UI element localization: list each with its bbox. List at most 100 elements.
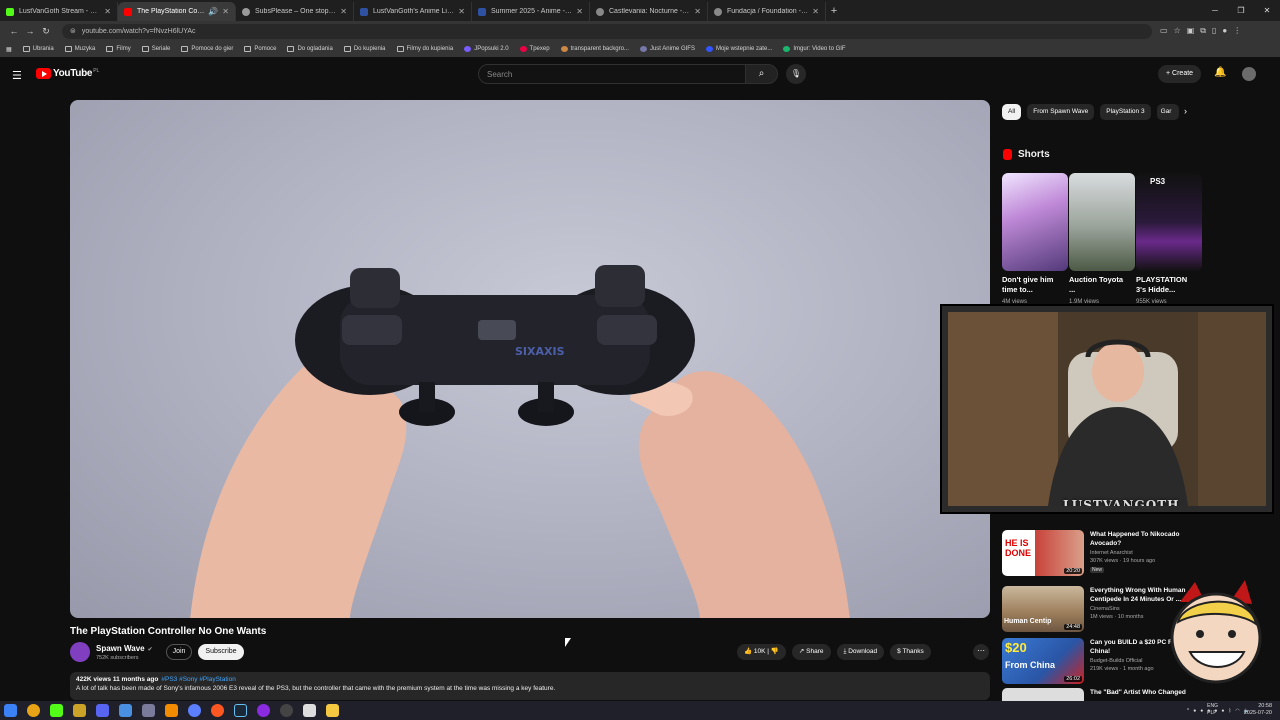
bookmark-folder[interactable]: Filmy	[106, 46, 131, 52]
tab-youtube-video[interactable]: The PlayStation Controller🔊 ✕	[118, 2, 236, 21]
bookmark-folder[interactable]: Ubrania	[22, 46, 54, 52]
hashtags[interactable]: #PS3 #Sony #PlayStation	[161, 676, 235, 683]
close-tab-icon[interactable]: ✕	[340, 7, 347, 16]
bookmark-folder[interactable]: Filmy do kupienia	[396, 46, 453, 52]
obs-icon[interactable]	[280, 704, 293, 717]
taskbar-clock[interactable]: 20:58 2025-07-20	[1244, 703, 1272, 717]
recommended-video[interactable]: HE IS DONE 20:20 What Happened To Nikocado…	[1002, 530, 1202, 578]
notifications-bell-icon[interactable]: 🔔	[1214, 67, 1226, 78]
cast-icon[interactable]: ▭	[1160, 26, 1168, 36]
menu-kebab-icon[interactable]: ⋮	[1233, 26, 1241, 36]
tab-subsplease[interactable]: SubsPlease – One stop shop fo ✕	[236, 2, 354, 21]
chrome-icon[interactable]	[27, 704, 40, 717]
chip-from-channel[interactable]: From Spawn Wave	[1027, 104, 1095, 120]
reload-icon[interactable]: ↻	[38, 26, 54, 37]
site-info-icon[interactable]: ⊜	[70, 27, 76, 35]
wifi-icon[interactable]: ◠	[1235, 708, 1239, 714]
youtube-logo[interactable]: YouTube PL	[36, 68, 99, 79]
thumbs-down-icon[interactable]: 👎	[771, 648, 779, 655]
bookmark-link[interactable]: Just Anime GIFS	[639, 46, 695, 52]
short-thumbnail[interactable]: PS3	[1136, 173, 1202, 271]
close-window-icon[interactable]: ✕	[1254, 0, 1280, 21]
voice-search-button[interactable]: 🎙	[786, 64, 806, 84]
close-tab-icon[interactable]: ✕	[576, 7, 583, 16]
subscribe-button[interactable]: Subscribe	[198, 644, 244, 660]
bookmark-link[interactable]: Imgur: Video to GIF	[783, 46, 846, 52]
back-icon[interactable]: ←	[6, 26, 22, 36]
close-tab-icon[interactable]: ✕	[458, 7, 465, 16]
apps-grid-icon[interactable]: ▦	[6, 46, 12, 53]
browser-icon[interactable]	[188, 704, 201, 717]
video-player[interactable]: SIXAXIS	[70, 100, 990, 618]
chip-gaming[interactable]: Gar	[1156, 104, 1179, 120]
profile-icon[interactable]: ●	[1222, 26, 1227, 36]
short-thumbnail[interactable]	[1002, 173, 1068, 271]
short-title[interactable]: Auction Toyota ...	[1069, 275, 1125, 295]
minimize-icon[interactable]: ─	[1202, 0, 1228, 21]
kick-app-icon[interactable]	[50, 704, 63, 717]
description-box[interactable]: 422K views 11 months ago #PS3 #Sony #Play…	[70, 672, 990, 700]
discord-icon[interactable]	[96, 704, 109, 717]
short-title[interactable]: Don't give him time to...	[1002, 275, 1058, 295]
bookmark-folder[interactable]: Muzyka	[64, 46, 95, 52]
chip-all[interactable]: All	[1002, 104, 1022, 120]
bookmark-folder[interactable]: Do kupienia	[343, 46, 386, 52]
extension-icon[interactable]: ▣	[1187, 26, 1195, 36]
sidepanel-icon[interactable]: ▯	[1212, 26, 1216, 36]
like-button[interactable]: 👍 10K | 👎	[737, 644, 786, 660]
language-indicator[interactable]: ENG PLP	[1207, 703, 1218, 717]
tray-app-icon[interactable]: ●	[1193, 708, 1196, 714]
search-button[interactable]: ⌕	[745, 64, 778, 84]
bookmark-link[interactable]: transparent backgro...	[560, 46, 629, 52]
start-icon[interactable]	[4, 704, 17, 717]
app-icon[interactable]	[73, 704, 86, 717]
extensions-puzzle-icon[interactable]: ⧉	[1200, 26, 1206, 36]
close-tab-icon[interactable]: ✕	[222, 7, 229, 16]
channel-avatar[interactable]	[70, 642, 90, 662]
steam-icon[interactable]	[234, 704, 247, 717]
short-title[interactable]: PLAYSTATION 3's Hidde...	[1136, 275, 1192, 295]
tab-anime-list[interactable]: LustVanGoth's Anime List - My ✕	[354, 2, 472, 21]
bookmark-link[interactable]: JPopsuki 2.0	[464, 46, 509, 52]
bookmark-folder[interactable]: Seriale	[141, 46, 170, 52]
create-button[interactable]: + Create	[1158, 65, 1202, 83]
tray-chevron-icon[interactable]: ^	[1187, 708, 1189, 714]
search-input[interactable]: Search	[478, 64, 746, 84]
more-actions-button[interactable]: ⋯	[973, 644, 989, 660]
tab-castlevania[interactable]: Castlevania: Nocturne - Sezon ✕	[590, 2, 708, 21]
maximize-icon[interactable]: ❐	[1228, 0, 1254, 21]
tray-app-icon[interactable]: ●	[1200, 708, 1203, 714]
audio-icon[interactable]: 🔊	[208, 7, 218, 16]
app-icon[interactable]	[303, 704, 316, 717]
bookmark-link[interactable]: Tpexep	[519, 46, 550, 52]
bookmark-link[interactable]: Moje wstepnie zate...	[705, 46, 772, 52]
bookmark-star-icon[interactable]: ☆	[1174, 26, 1181, 36]
tab-lustvangoth-stream[interactable]: LustVanGoth Stream - Watch L✕	[0, 2, 118, 21]
bookmark-folder[interactable]: Pomoce do gier	[181, 46, 233, 52]
chevron-right-icon[interactable]: ›	[1184, 106, 1187, 116]
app-icon[interactable]	[142, 704, 155, 717]
app-icon[interactable]	[257, 704, 270, 717]
close-tab-icon[interactable]: ✕	[812, 7, 819, 16]
join-button[interactable]: Join	[166, 644, 192, 660]
vlc-icon[interactable]	[165, 704, 178, 717]
menu-icon[interactable]: ☰	[12, 69, 22, 82]
tab-summer-anime[interactable]: Summer 2025 - Anime - MyAn✕	[472, 2, 590, 21]
url-field[interactable]: ⊜ youtube.com/watch?v=fNvzH6lUYAc	[62, 23, 1152, 39]
tab-foundation[interactable]: Fundacja / Foundation - Sezon ✕	[708, 2, 826, 21]
forward-icon[interactable]: →	[22, 26, 38, 36]
app-icon[interactable]	[119, 704, 132, 717]
account-avatar[interactable]	[1242, 67, 1256, 81]
file-explorer-icon[interactable]	[326, 704, 339, 717]
download-button[interactable]: ⤓ Download	[836, 644, 885, 660]
share-button[interactable]: ↗ Share	[791, 644, 831, 660]
short-thumbnail[interactable]	[1069, 173, 1135, 271]
thanks-button[interactable]: $ Thanks	[890, 644, 931, 660]
chip-playstation-3[interactable]: PlayStation 3	[1100, 104, 1151, 120]
close-tab-icon[interactable]: ✕	[104, 7, 111, 16]
firefox-icon[interactable]	[211, 704, 224, 717]
bluetooth-icon[interactable]: ᛒ	[1228, 708, 1231, 714]
bookmark-folder[interactable]: Pomoce	[244, 46, 276, 52]
new-tab-button[interactable]: +	[826, 5, 842, 17]
close-tab-icon[interactable]: ✕	[694, 7, 701, 16]
